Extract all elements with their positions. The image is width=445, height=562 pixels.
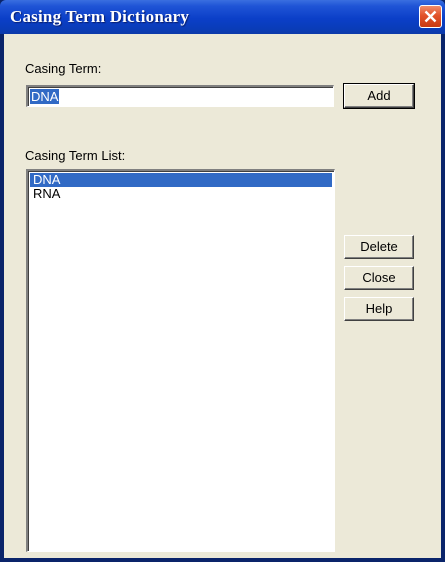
list-item[interactable]: RNA [30,187,332,201]
help-button[interactable]: Help [344,297,414,321]
list-item[interactable]: DNA [30,173,332,187]
window-border-right [441,34,445,562]
add-button[interactable]: Add [343,83,415,109]
close-button[interactable]: Close [344,266,414,290]
window-title: Casing Term Dictionary [10,7,190,26]
casing-term-label: Casing Term: [25,61,102,76]
casing-term-input[interactable]: DNA [26,85,334,107]
title-bar[interactable]: Casing Term Dictionary [0,0,445,34]
dialog-window: Casing Term Dictionary Casing Term: DNA … [0,0,445,562]
delete-button[interactable]: Delete [344,235,414,259]
casing-term-list-label: Casing Term List: [25,148,126,163]
dialog-body: Casing Term: DNA Add Casing Term List: D… [4,34,441,558]
window-close-button[interactable] [419,5,442,28]
close-icon [424,10,437,23]
casing-term-list[interactable]: DNA RNA [26,169,335,552]
casing-term-value: DNA [30,89,60,104]
